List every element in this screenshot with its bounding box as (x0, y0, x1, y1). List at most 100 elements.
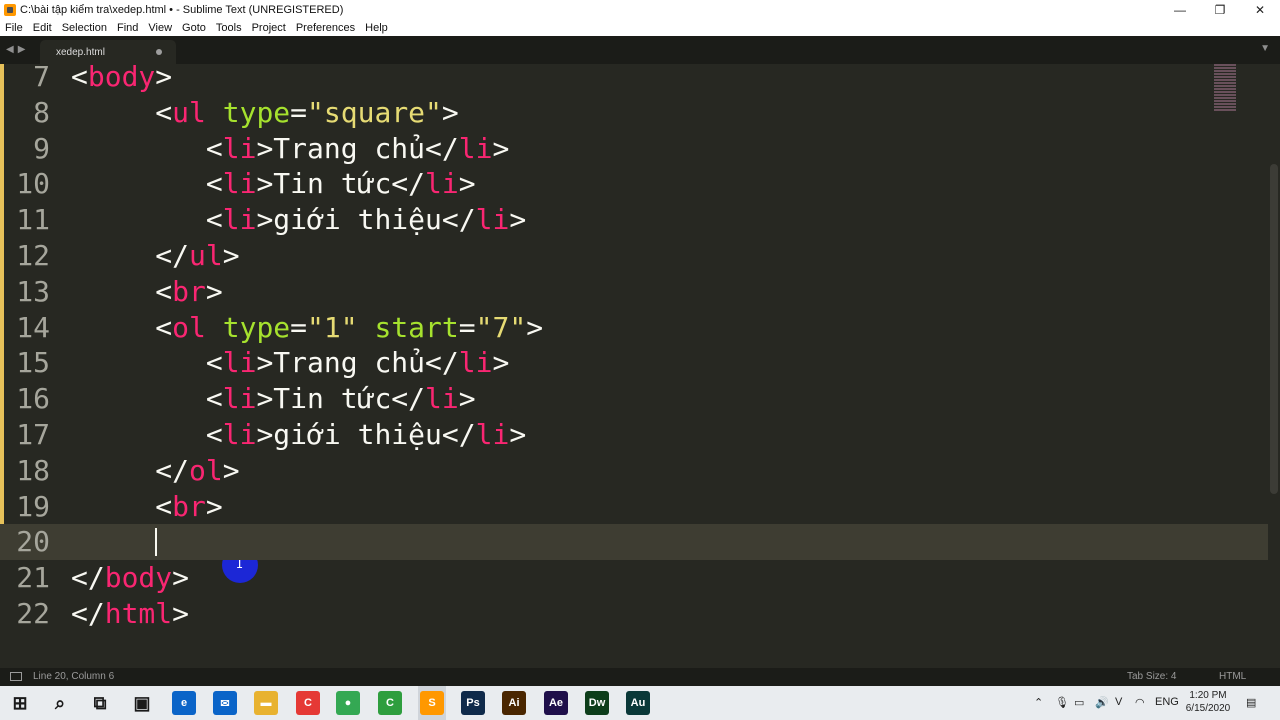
code-token: > (458, 382, 476, 416)
line-code: </ul> (71, 238, 239, 274)
line-number: 18 (16, 453, 50, 487)
windows-start-icon[interactable]: ⊞ (8, 691, 32, 715)
camtasia-icon[interactable]: C (378, 691, 402, 715)
code-editor[interactable]: I 7 <body> 8 <ul type="square"> 9 <li>Trang… (0, 64, 1280, 668)
code-token: > (155, 64, 173, 93)
code-token: < (205, 167, 223, 201)
mail-icon[interactable]: ✉ (213, 691, 237, 715)
menu-find[interactable]: Find (112, 22, 143, 34)
menu-file[interactable]: File (0, 22, 28, 34)
volume-icon[interactable]: 🔊 (1095, 696, 1109, 709)
minimize-button[interactable]: — (1160, 0, 1200, 20)
code-token: > (205, 274, 223, 308)
code-token: ol (189, 453, 223, 487)
aftereffects-icon[interactable]: Ae (544, 691, 568, 715)
battery-icon[interactable]: ▭ (1074, 696, 1084, 709)
code-token: < (205, 382, 223, 416)
code-line[interactable]: 21 </body> (0, 560, 1268, 596)
code-token: ul (189, 239, 223, 272)
chrome-icon[interactable]: ● (336, 691, 360, 715)
tab-next-icon[interactable]: ▶ (18, 44, 26, 55)
unsaved-dot-icon[interactable] (156, 49, 162, 55)
line-number: 9 (33, 131, 50, 165)
tab-size[interactable]: Tab Size: 4 (1127, 671, 1176, 682)
wifi-icon[interactable]: ◠ (1135, 696, 1145, 709)
tab-nav[interactable]: ◀ ▶ (6, 44, 25, 55)
code-token: li (222, 346, 257, 380)
code-token: start (374, 310, 459, 344)
microphone-icon[interactable]: 🎙 (1055, 696, 1069, 709)
code-line[interactable]: 20 (0, 524, 1268, 561)
menu-project[interactable]: Project (247, 22, 291, 34)
code-token: "square" (307, 95, 442, 129)
syntax-mode[interactable]: HTML (1219, 671, 1246, 682)
store-icon[interactable]: ▣ (130, 691, 154, 715)
input-language[interactable]: ENG (1155, 696, 1179, 708)
tab-list-dropdown-icon[interactable]: ▼ (1260, 43, 1270, 54)
line-code: <li>Trang chủ</li> (71, 345, 509, 381)
code-line[interactable]: 8 <ul type="square"> (0, 94, 1268, 131)
audition-icon[interactable]: Au (626, 691, 650, 715)
code-line[interactable]: 14 <ol type="1" start="7"> (0, 309, 1268, 346)
code-line[interactable]: 22 </html> (0, 596, 1268, 632)
dreamweaver-icon[interactable]: Dw (585, 691, 609, 715)
tray-v-icon[interactable]: V (1115, 696, 1122, 708)
maximize-button[interactable]: ❐ (1200, 0, 1240, 20)
menu-preferences[interactable]: Preferences (291, 22, 360, 34)
line-number: 21 (16, 561, 50, 595)
code-token: li (458, 346, 493, 380)
edge-icon[interactable]: e (172, 691, 196, 715)
code-line[interactable]: 10 <li>Tin tức</li> (0, 166, 1268, 203)
line-code: <ul type="square"> (71, 95, 458, 131)
code-line[interactable]: 17 <li>giới thiệu</li> (0, 417, 1268, 453)
code-token: li (222, 167, 257, 201)
photoshop-icon[interactable]: Ps (461, 691, 485, 715)
menu-goto[interactable]: Goto (177, 22, 211, 34)
cursor-position[interactable]: Line 20, Column 6 (33, 671, 114, 682)
sublime-icon[interactable]: S (420, 691, 444, 715)
tab-xedep[interactable]: xedep.html (40, 40, 176, 64)
menu-selection[interactable]: Selection (57, 22, 112, 34)
menu-tools[interactable]: Tools (211, 22, 247, 34)
menu-view[interactable]: View (143, 22, 177, 34)
notification-icon[interactable]: ▤ (1246, 696, 1256, 709)
code-line[interactable]: 13 <br> (0, 273, 1268, 310)
code-token: > (172, 597, 190, 630)
vertical-scrollbar[interactable] (1270, 164, 1278, 494)
illustrator-icon[interactable]: Ai (502, 691, 526, 715)
tab-bar: ◀ ▶ xedep.html ▼ (0, 36, 1280, 64)
code-line[interactable]: 16 <li>Tin tức</li> (0, 381, 1268, 418)
tab-prev-icon[interactable]: ◀ (6, 44, 14, 55)
line-number: 17 (16, 418, 50, 451)
code-token: "7" (475, 310, 527, 344)
task-view-icon[interactable]: ⧉ (88, 691, 112, 715)
code-token: ul (172, 95, 206, 129)
tray-up-arrow-icon[interactable]: ⌃ (1034, 696, 1043, 709)
code-token: </ (71, 597, 105, 630)
code-token: = (458, 310, 476, 344)
code-line[interactable]: 11 <li>giới thiệu</li> (0, 202, 1268, 239)
code-line[interactable]: 7 <body> (0, 64, 1268, 95)
menu-edit[interactable]: Edit (28, 22, 57, 34)
code-line[interactable]: 15 <li>Trang chủ</li> (0, 345, 1268, 382)
code-token: < (155, 310, 173, 344)
code-token: li (222, 382, 257, 416)
menu-help[interactable]: Help (360, 22, 393, 34)
code-token: > (222, 453, 240, 487)
code-line[interactable]: 9 <li>Trang chủ</li> (0, 130, 1268, 167)
code-token: > (526, 310, 544, 344)
code-token: li (222, 203, 257, 237)
code-line[interactable]: 18 </ol> (0, 452, 1268, 489)
explorer-icon[interactable]: ▬ (254, 691, 278, 715)
ccleaner-icon[interactable]: C (296, 691, 320, 715)
code-token: >Trang chủ</ (256, 346, 459, 380)
system-clock[interactable]: 1:20 PM 6/15/2020 (1180, 689, 1236, 715)
code-token: >Tin tức</ (256, 167, 426, 201)
search-icon[interactable]: ⌕ (48, 691, 72, 715)
code-line[interactable]: 19 <br> (0, 488, 1268, 525)
panel-toggle-icon[interactable] (10, 672, 22, 681)
code-line[interactable]: 12 </ul> (0, 238, 1268, 274)
close-button[interactable]: ✕ (1240, 0, 1280, 20)
code-token: < (155, 95, 173, 129)
